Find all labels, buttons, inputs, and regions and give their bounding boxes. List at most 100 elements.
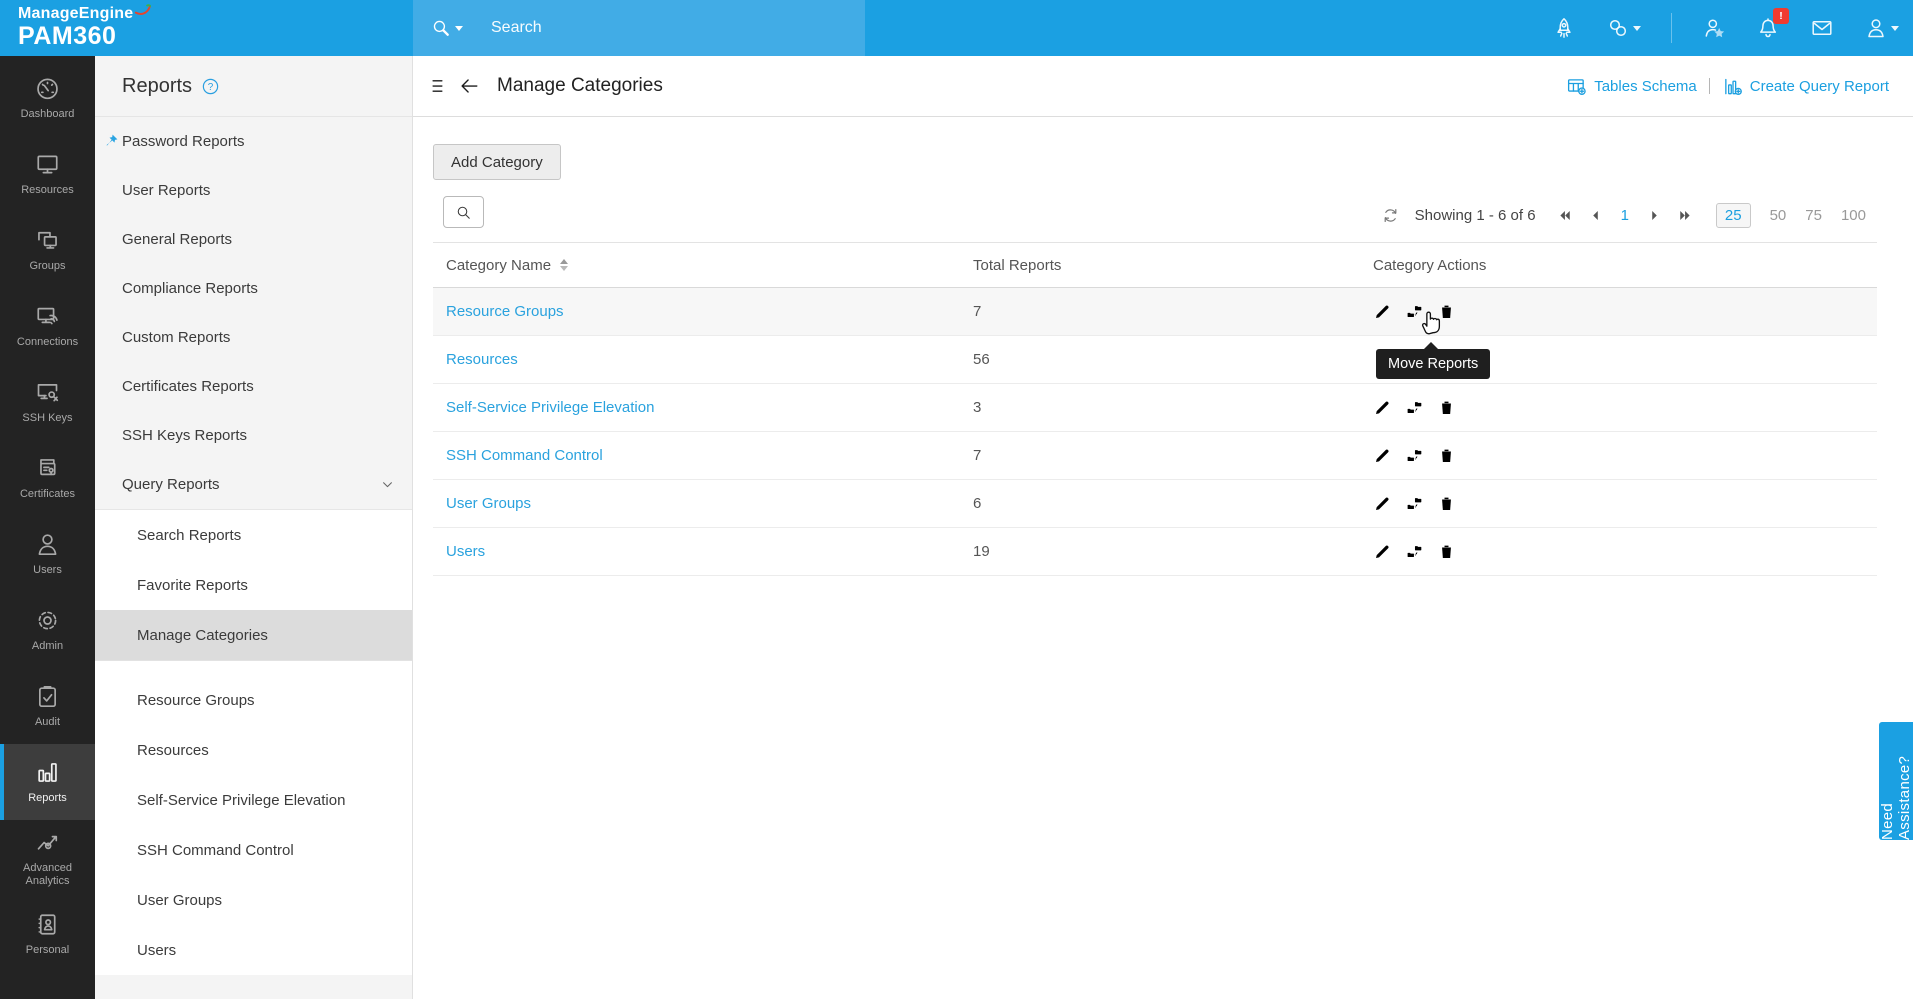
first-page-icon[interactable]: [1556, 207, 1573, 224]
category-link[interactable]: Users: [446, 543, 485, 560]
current-page[interactable]: 1: [1621, 207, 1629, 224]
move-reports-icon[interactable]: [1405, 446, 1424, 465]
account-menu[interactable]: [1864, 16, 1899, 40]
table-row-resource-groups: Resource Groups7: [433, 288, 1877, 336]
sidebar-item-users[interactable]: Users: [95, 925, 412, 975]
move-reports-icon[interactable]: [1405, 398, 1424, 417]
quick-links-menu[interactable]: [1606, 16, 1641, 40]
back-icon[interactable]: [458, 75, 480, 97]
refresh-icon[interactable]: [1381, 206, 1400, 225]
sidebar-item-resources[interactable]: Resources: [0, 136, 95, 212]
page-size-100[interactable]: 100: [1841, 207, 1866, 224]
chevron-down-icon: [379, 476, 396, 493]
edit-icon[interactable]: [1373, 302, 1392, 321]
sidebar-item-general-reports[interactable]: General Reports: [95, 215, 412, 264]
sidebar-item-advanced-analytics[interactable]: Advanced Analytics: [0, 820, 95, 896]
edit-icon[interactable]: [1373, 494, 1392, 513]
sidebar-item-compliance-reports[interactable]: Compliance Reports: [95, 264, 412, 313]
edit-icon[interactable]: [1373, 542, 1392, 561]
search-scope-caret-icon[interactable]: [455, 26, 463, 31]
sidebar-item-dashboard[interactable]: Dashboard: [0, 60, 95, 136]
nav-item-label: User Reports: [122, 182, 210, 199]
category-link[interactable]: Resource Groups: [446, 303, 564, 320]
collapse-menu-icon[interactable]: [429, 75, 451, 97]
personal-icon: [34, 911, 61, 938]
last-page-icon[interactable]: [1677, 207, 1694, 224]
sidebar-item-favorite-reports[interactable]: Favorite Reports: [95, 560, 412, 610]
brand-logo[interactable]: ManageEngine PAM360: [18, 5, 152, 49]
global-search-bar[interactable]: Search: [413, 0, 865, 56]
search-placeholder[interactable]: Search: [491, 19, 542, 37]
sidebar-item-user-groups[interactable]: User Groups: [95, 875, 412, 925]
sidebar-item-manage-categories[interactable]: Manage Categories: [95, 610, 412, 660]
move-reports-icon[interactable]: [1405, 494, 1424, 513]
add-category-button[interactable]: Add Category: [433, 144, 561, 180]
sidebar-item-ssh-keys[interactable]: SSH Keys: [0, 364, 95, 440]
move-reports-icon[interactable]: [1405, 542, 1424, 561]
sidebar-item-connections[interactable]: Connections: [0, 288, 95, 364]
category-link[interactable]: User Groups: [446, 495, 531, 512]
total-reports-value: 6: [973, 495, 1373, 512]
search-icon[interactable]: [430, 17, 452, 39]
column-category-actions: Category Actions: [1373, 257, 1877, 274]
need-assistance-tab[interactable]: Need Assistance?: [1879, 722, 1913, 840]
svg-text:?: ?: [208, 81, 214, 92]
pagination: Showing 1 - 6 of 6 1 25 50 75 100: [1381, 203, 1866, 228]
sidebar-item-admin[interactable]: Admin: [0, 592, 95, 668]
users-icon: [34, 531, 61, 558]
category-link[interactable]: Resources: [446, 351, 518, 368]
sidebar-item-personal[interactable]: Personal: [0, 896, 95, 972]
page-size-75[interactable]: 75: [1805, 207, 1822, 224]
sidebar-item-users[interactable]: Users: [0, 516, 95, 592]
sidebar-item-query-reports[interactable]: Query Reports: [95, 460, 412, 509]
sidebar-item-user-reports[interactable]: User Reports: [95, 166, 412, 215]
sidebar-item-certificates[interactable]: Certificates: [0, 440, 95, 516]
sidebar-item-resources[interactable]: Resources: [95, 725, 412, 775]
brand-manageengine-text: ManageEngine: [18, 5, 133, 23]
page-size-50[interactable]: 50: [1770, 207, 1787, 224]
move-reports-icon[interactable]: [1405, 302, 1424, 321]
tables-schema-link[interactable]: Tables Schema: [1566, 76, 1697, 97]
category-link[interactable]: SSH Command Control: [446, 447, 603, 464]
page-title: Manage Categories: [497, 75, 663, 97]
tooltip-text: Move Reports: [1388, 356, 1478, 372]
create-query-report-link[interactable]: Create Query Report: [1722, 76, 1889, 97]
table-search-button[interactable]: [443, 196, 484, 228]
next-page-icon[interactable]: [1646, 207, 1663, 224]
sidebar-item-label: Certificates: [20, 488, 75, 501]
rocket-icon[interactable]: [1552, 16, 1576, 40]
sidebar-item-label: Advanced Analytics: [5, 862, 91, 888]
query-sub-list: Search ReportsFavorite ReportsManage Cat…: [95, 510, 412, 660]
category-link[interactable]: Self-Service Privilege Elevation: [446, 399, 654, 416]
user-star-icon[interactable]: [1702, 16, 1726, 40]
sidebar-item-search-reports[interactable]: Search Reports: [95, 510, 412, 560]
user-icon[interactable]: [1864, 16, 1888, 40]
sidebar-item-resource-groups[interactable]: Resource Groups: [95, 675, 412, 725]
edit-icon[interactable]: [1373, 446, 1392, 465]
pin-icon: [103, 133, 119, 149]
help-icon[interactable]: ?: [201, 77, 220, 96]
sidebar-item-reports[interactable]: Reports: [0, 744, 95, 820]
notifications-button[interactable]: !: [1756, 16, 1780, 40]
connections-icon: [34, 303, 61, 330]
row-actions: [1373, 446, 1877, 465]
sidebar-item-self-service-privilege-elevation[interactable]: Self-Service Privilege Elevation: [95, 775, 412, 825]
previous-page-icon[interactable]: [1587, 207, 1604, 224]
sidebar-item-password-reports[interactable]: Password Reports: [95, 117, 412, 166]
sidebar-item-audit[interactable]: Audit: [0, 668, 95, 744]
sidebar-item-label: Dashboard: [21, 108, 75, 121]
sidebar-item-ssh-command-control[interactable]: SSH Command Control: [95, 825, 412, 875]
mail-icon[interactable]: [1810, 16, 1834, 40]
nav-item-label: SSH Command Control: [137, 842, 294, 859]
edit-icon[interactable]: [1373, 398, 1392, 417]
sidebar-item-ssh-keys-reports[interactable]: SSH Keys Reports: [95, 411, 412, 460]
link-icon[interactable]: [1606, 16, 1630, 40]
table-row-resources: Resources56: [433, 336, 1877, 384]
pagination-status: Showing 1 - 6 of 6: [1415, 207, 1536, 224]
sidebar-item-custom-reports[interactable]: Custom Reports: [95, 313, 412, 362]
page-size-25-selected[interactable]: 25: [1716, 203, 1751, 228]
delete-icon: [1437, 446, 1456, 465]
sidebar-item-certificates-reports[interactable]: Certificates Reports: [95, 362, 412, 411]
sidebar-item-groups[interactable]: Groups: [0, 212, 95, 288]
sort-icon[interactable]: [560, 259, 568, 271]
